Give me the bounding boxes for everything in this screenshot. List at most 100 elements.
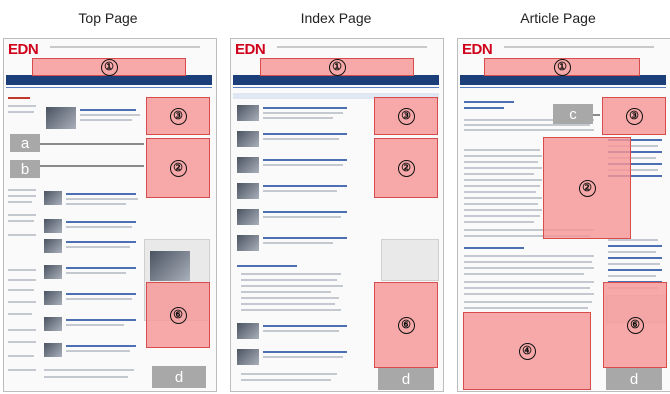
headline [263,107,347,109]
sidebar-link [608,275,656,277]
sidebar-line [8,234,36,236]
text-line [464,287,590,289]
article-thumbnail [44,219,62,233]
sidebar-line [8,269,36,271]
sidebar-line [8,105,36,107]
article-thumbnail [237,323,259,339]
advertisement [381,239,439,281]
text-line [464,255,594,257]
region-number: ③ [625,107,643,125]
text-line [464,185,540,187]
nav-sub-line [460,87,666,88]
ad-image [150,251,190,281]
list-line [241,273,341,275]
text-line [263,117,333,119]
text-line [464,155,542,157]
text-line [464,293,594,295]
sidebar-link [608,269,662,271]
region-3: ③ [602,97,666,135]
text-line [464,161,538,163]
region-6: ⑥ [603,282,667,368]
sidebar-line [8,341,36,343]
text-line [66,203,126,205]
nav-bar [460,75,666,85]
label-d: d [152,366,206,388]
nav-sub-line [6,87,212,88]
article-title-line [464,101,514,103]
sidebar-line [8,220,34,222]
article-thumbnail [237,183,259,199]
region-number: ② [578,179,596,197]
nav-bar [6,75,212,85]
text-line [464,307,588,309]
pointer-line [40,143,144,145]
header-banner [504,46,654,48]
text-line [464,203,538,205]
list-line [241,285,343,287]
sidebar-line [8,301,36,303]
sidebar-line [8,355,34,357]
text-line [263,164,343,166]
edn-logo: EDN [462,41,493,58]
headline [66,221,136,223]
headline [263,159,347,161]
article-title-line [464,107,504,109]
headline [263,133,347,135]
region-3: ③ [146,97,210,135]
text-line [80,119,132,121]
text-line [464,167,542,169]
pointer-line [40,165,144,167]
region-1: ① [260,58,414,76]
article-thumbnail [46,107,76,129]
article-thumbnail [237,157,259,173]
sidebar-link [608,239,658,241]
text-line [464,191,536,193]
text-line [464,281,594,283]
article-thumbnail [44,191,62,205]
region-3: ③ [374,97,438,135]
region-number: ② [397,159,415,177]
nav-bar [233,75,439,85]
region-number: ① [100,58,118,76]
text-line [263,330,339,332]
list-line [241,279,337,281]
region-6: ⑥ [374,282,438,368]
text-line [464,149,540,151]
subheading [464,247,524,249]
headline [263,211,347,213]
text-line [44,369,134,371]
sidebar-link [608,257,662,259]
headline [66,293,136,295]
headline [66,267,136,269]
article-thumbnail [44,343,62,357]
headline [263,325,347,327]
sidebar-line [8,289,34,291]
headline [66,193,136,195]
headline [263,351,347,353]
headline [80,109,136,111]
label-d: d [606,368,662,390]
article-thumbnail [237,349,259,365]
label-b: b [10,160,40,178]
edn-logo: EDN [8,41,39,58]
text-line [66,246,130,248]
region-6: ⑥ [146,282,210,348]
list-line [241,303,335,305]
text-line [464,179,542,181]
headline [66,345,136,347]
headline [263,237,347,239]
text-line [464,301,592,303]
text-line [464,261,592,263]
region-number: ② [169,159,187,177]
article-thumbnail [44,265,62,279]
article-thumbnail [237,235,259,251]
headline [66,319,136,321]
column-title-index-page: Index Page [300,10,372,26]
article-thumbnail [237,131,259,147]
text-line [263,242,333,244]
sidebar-line [8,111,34,113]
text-line [263,112,343,114]
region-number: ① [328,58,346,76]
region-number: ④ [518,342,536,360]
sidebar-link [608,245,662,247]
